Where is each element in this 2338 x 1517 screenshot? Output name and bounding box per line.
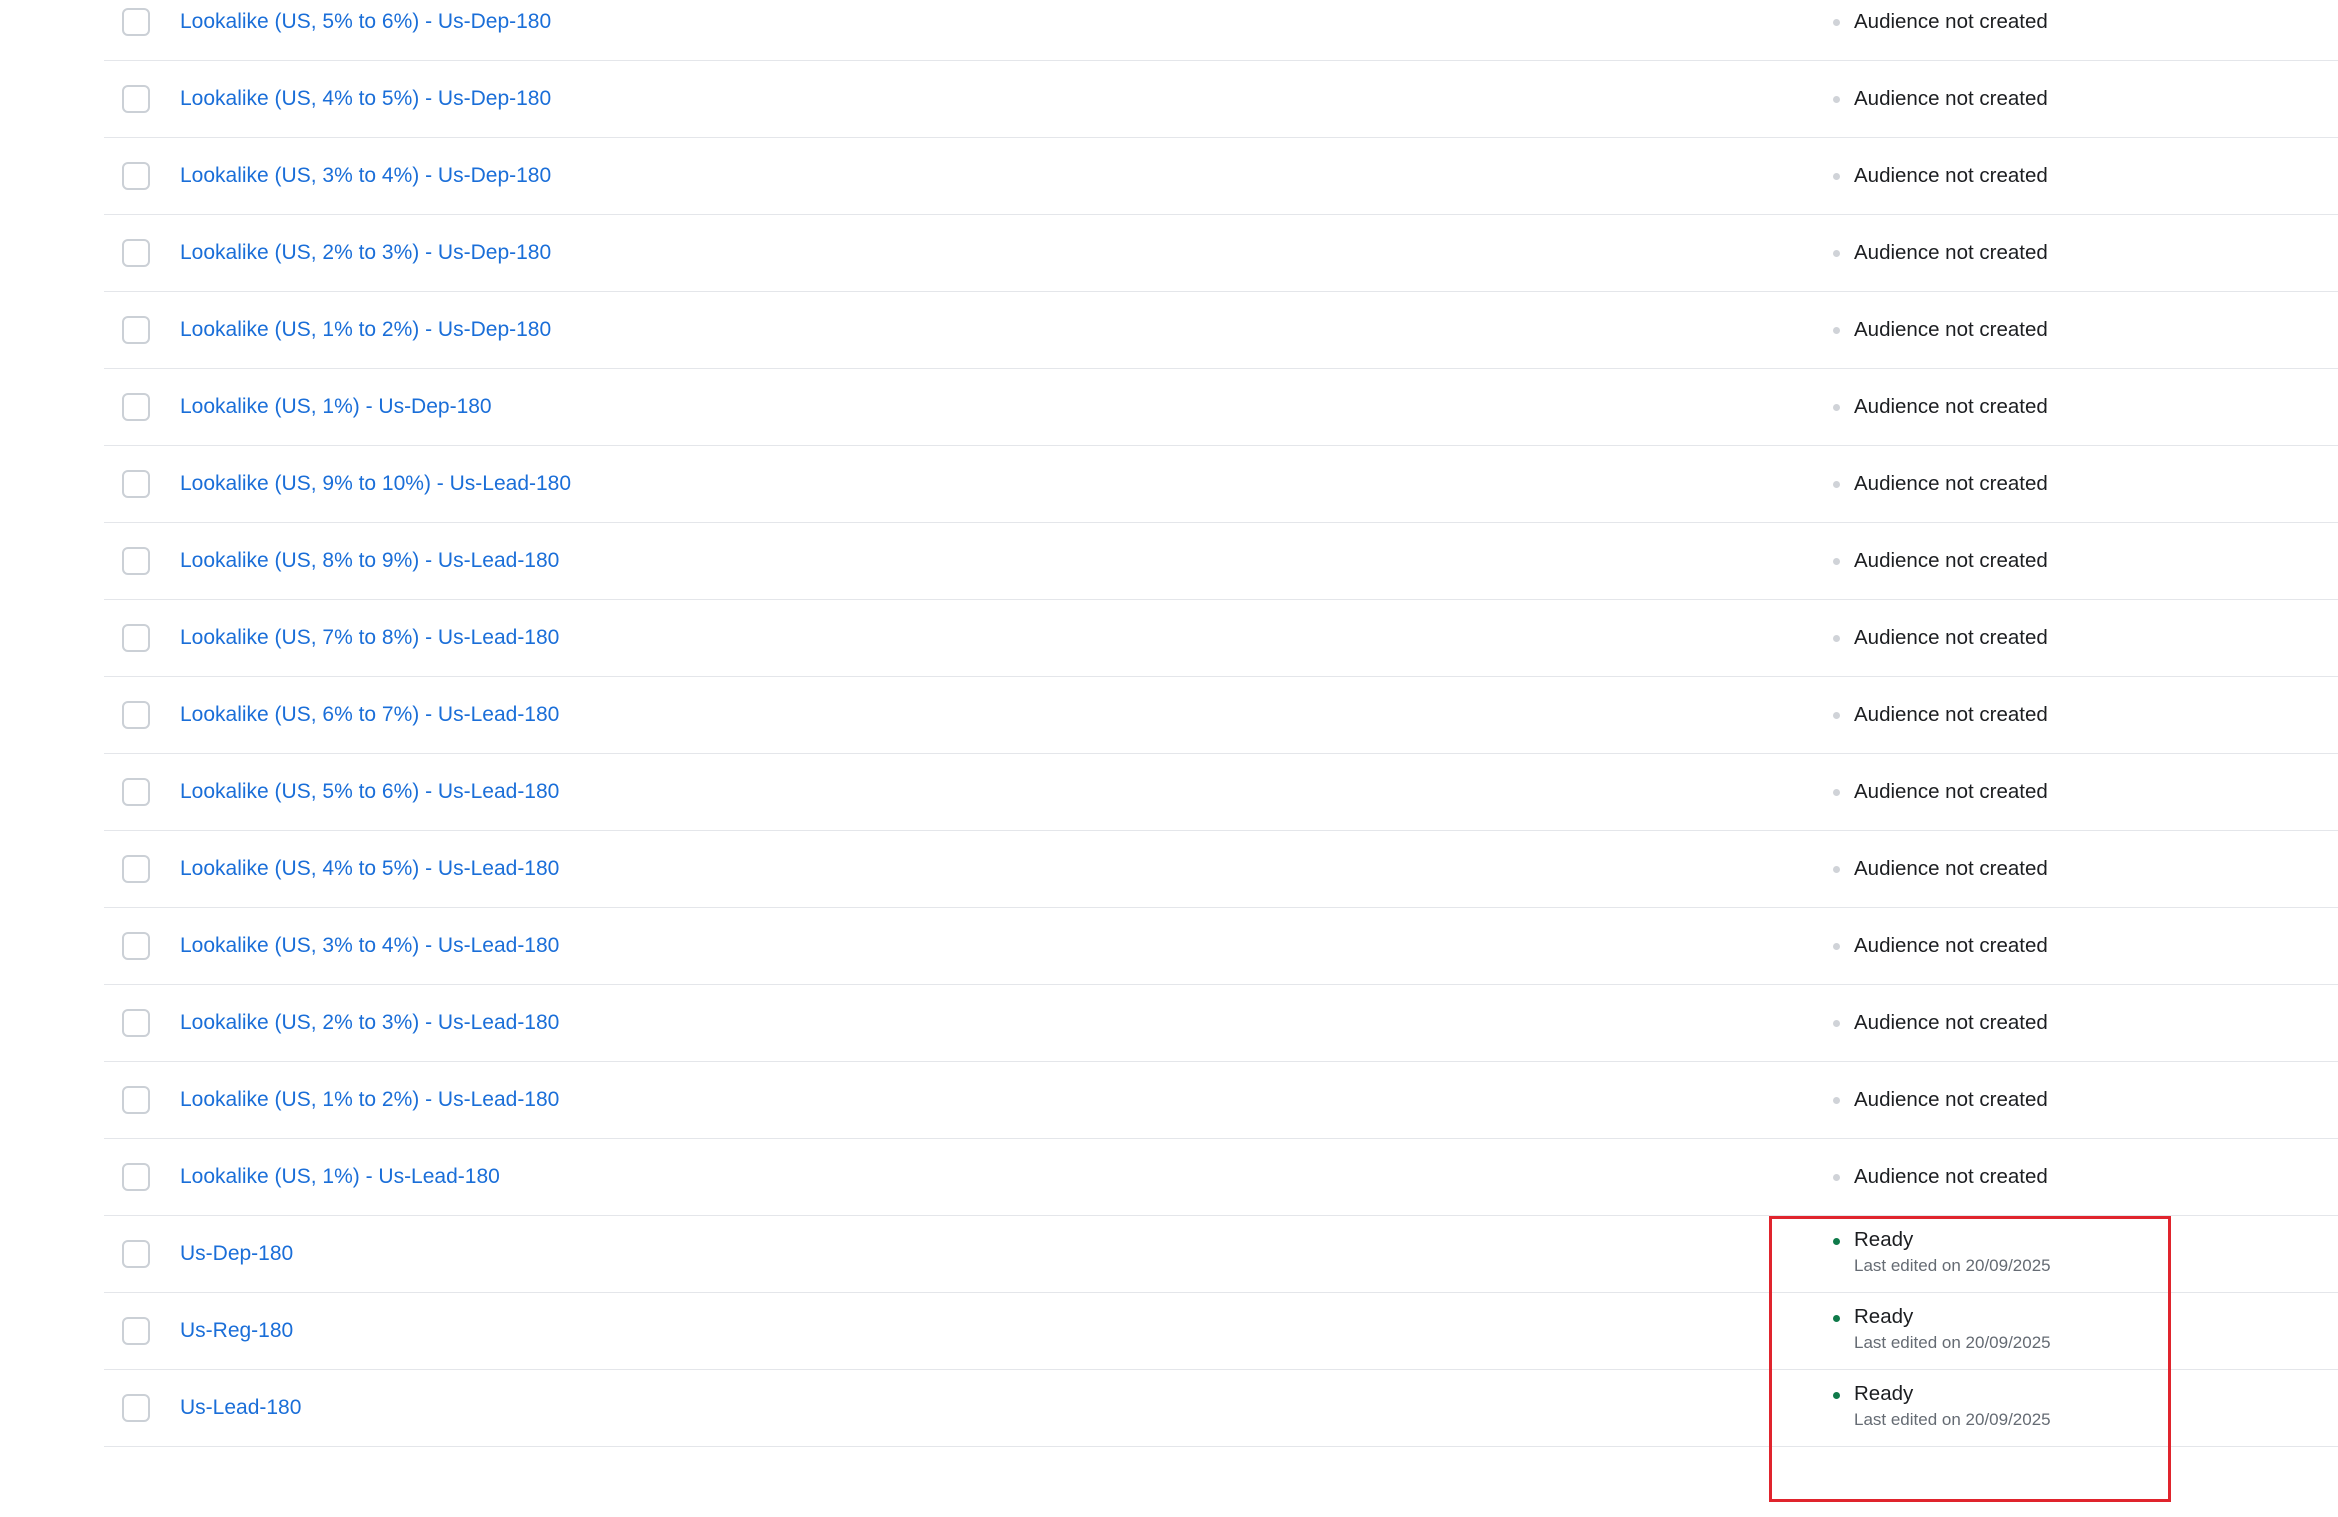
row-checkbox[interactable] (122, 1394, 150, 1422)
row-checkbox[interactable] (122, 701, 150, 729)
audience-name-link[interactable]: Lookalike (US, 8% to 9%) - Us-Lead-180 (180, 523, 559, 599)
row-checkbox[interactable] (122, 1240, 150, 1268)
table-row: Us-Dep-180 Ready Last edited on 20/09/20… (104, 1216, 2338, 1293)
status-dot-icon (1833, 96, 1840, 103)
row-checkbox[interactable] (122, 8, 150, 36)
status-dot-icon (1833, 866, 1840, 873)
status-label: Audience not created (1854, 241, 2048, 264)
audience-name-link[interactable]: Lookalike (US, 2% to 3%) - Us-Lead-180 (180, 985, 559, 1061)
status-label: Audience not created (1854, 318, 2048, 341)
last-edited-text: Last edited on 20/09/2025 (1854, 1410, 2051, 1429)
audience-name-link[interactable]: Lookalike (US, 1% to 2%) - Us-Dep-180 (180, 292, 551, 368)
row-checkbox[interactable] (122, 1317, 150, 1345)
status-label: Ready (1854, 1305, 1914, 1328)
status-dot-icon (1833, 1392, 1840, 1399)
status-label: Audience not created (1854, 10, 2048, 33)
status-label: Audience not created (1854, 703, 2048, 726)
audience-name-link[interactable]: Lookalike (US, 7% to 8%) - Us-Lead-180 (180, 600, 559, 676)
table-row: Lookalike (US, 5% to 6%) - Us-Lead-180 A… (104, 754, 2338, 831)
status-dot-icon (1833, 635, 1840, 642)
table-row: Lookalike (US, 1% to 2%) - Us-Dep-180 Au… (104, 292, 2338, 369)
table-row: Lookalike (US, 2% to 3%) - Us-Dep-180 Au… (104, 215, 2338, 292)
status-label: Audience not created (1854, 1088, 2048, 1111)
table-row: Lookalike (US, 3% to 4%) - Us-Dep-180 Au… (104, 138, 2338, 215)
audience-name-link[interactable]: Lookalike (US, 5% to 6%) - Us-Lead-180 (180, 754, 559, 830)
audience-name-link[interactable]: Lookalike (US, 9% to 10%) - Us-Lead-180 (180, 446, 571, 522)
status-label: Audience not created (1854, 1165, 2048, 1188)
table-row: Lookalike (US, 9% to 10%) - Us-Lead-180 … (104, 446, 2338, 523)
row-checkbox[interactable] (122, 239, 150, 267)
audience-name-link[interactable]: Lookalike (US, 1% to 2%) - Us-Lead-180 (180, 1062, 559, 1138)
table-row: Lookalike (US, 1%) - Us-Dep-180 Audience… (104, 369, 2338, 446)
status-dot-icon (1833, 558, 1840, 565)
table-row: Us-Lead-180 Ready Last edited on 20/09/2… (104, 1370, 2338, 1447)
row-checkbox[interactable] (122, 1163, 150, 1191)
status-dot-icon (1833, 1097, 1840, 1104)
status-dot-icon (1833, 250, 1840, 257)
status-label: Ready (1854, 1382, 1914, 1405)
status-dot-icon (1833, 1315, 1840, 1322)
audience-name-link[interactable]: Lookalike (US, 3% to 4%) - Us-Dep-180 (180, 138, 551, 214)
table-row: Lookalike (US, 7% to 8%) - Us-Lead-180 A… (104, 600, 2338, 677)
status-label: Audience not created (1854, 87, 2048, 110)
status-label: Audience not created (1854, 780, 2048, 803)
audience-name-link[interactable]: Us-Reg-180 (180, 1293, 293, 1369)
audience-name-link[interactable]: Lookalike (US, 5% to 6%) - Us-Dep-180 (180, 0, 551, 60)
status-dot-icon (1833, 712, 1840, 719)
row-checkbox[interactable] (122, 316, 150, 344)
audience-name-link[interactable]: Lookalike (US, 4% to 5%) - Us-Dep-180 (180, 61, 551, 137)
audience-name-link[interactable]: Us-Lead-180 (180, 1370, 301, 1446)
status-label: Audience not created (1854, 472, 2048, 495)
table-row: Lookalike (US, 2% to 3%) - Us-Lead-180 A… (104, 985, 2338, 1062)
row-checkbox[interactable] (122, 85, 150, 113)
status-label: Audience not created (1854, 934, 2048, 957)
last-edited-text: Last edited on 20/09/2025 (1854, 1256, 2051, 1275)
table-row: Lookalike (US, 1% to 2%) - Us-Lead-180 A… (104, 1062, 2338, 1139)
audience-name-link[interactable]: Lookalike (US, 3% to 4%) - Us-Lead-180 (180, 908, 559, 984)
status-dot-icon (1833, 1238, 1840, 1245)
row-checkbox[interactable] (122, 778, 150, 806)
table-row: Lookalike (US, 3% to 4%) - Us-Lead-180 A… (104, 908, 2338, 985)
status-label: Audience not created (1854, 1011, 2048, 1034)
status-label: Audience not created (1854, 549, 2048, 572)
audience-name-link[interactable]: Lookalike (US, 6% to 7%) - Us-Lead-180 (180, 677, 559, 753)
status-dot-icon (1833, 789, 1840, 796)
status-label: Audience not created (1854, 626, 2048, 649)
status-label: Ready (1854, 1228, 1914, 1251)
row-checkbox[interactable] (122, 932, 150, 960)
status-dot-icon (1833, 404, 1840, 411)
status-label: Audience not created (1854, 857, 2048, 880)
audience-name-link[interactable]: Lookalike (US, 1%) - Us-Lead-180 (180, 1139, 500, 1215)
status-dot-icon (1833, 327, 1840, 334)
row-checkbox[interactable] (122, 855, 150, 883)
table-row: Lookalike (US, 4% to 5%) - Us-Dep-180 Au… (104, 61, 2338, 138)
audience-name-link[interactable]: Us-Dep-180 (180, 1216, 293, 1292)
row-checkbox[interactable] (122, 624, 150, 652)
audience-name-link[interactable]: Lookalike (US, 4% to 5%) - Us-Lead-180 (180, 831, 559, 907)
row-checkbox[interactable] (122, 1009, 150, 1037)
row-checkbox[interactable] (122, 162, 150, 190)
table-row: Lookalike (US, 5% to 6%) - Us-Dep-180 Au… (104, 0, 2338, 61)
table-row: Us-Reg-180 Ready Last edited on 20/09/20… (104, 1293, 2338, 1370)
table-row: Lookalike (US, 1%) - Us-Lead-180 Audienc… (104, 1139, 2338, 1216)
table-row: Lookalike (US, 8% to 9%) - Us-Lead-180 A… (104, 523, 2338, 600)
status-dot-icon (1833, 1174, 1840, 1181)
status-dot-icon (1833, 173, 1840, 180)
status-dot-icon (1833, 943, 1840, 950)
last-edited-text: Last edited on 20/09/2025 (1854, 1333, 2051, 1352)
audience-name-link[interactable]: Lookalike (US, 1%) - Us-Dep-180 (180, 369, 492, 445)
row-checkbox[interactable] (122, 393, 150, 421)
status-dot-icon (1833, 1020, 1840, 1027)
audience-table: Lookalike (US, 5% to 6%) - Us-Dep-180 Au… (104, 0, 2338, 1447)
row-checkbox[interactable] (122, 1086, 150, 1114)
audience-name-link[interactable]: Lookalike (US, 2% to 3%) - Us-Dep-180 (180, 215, 551, 291)
status-label: Audience not created (1854, 395, 2048, 418)
status-dot-icon (1833, 481, 1840, 488)
table-row: Lookalike (US, 4% to 5%) - Us-Lead-180 A… (104, 831, 2338, 908)
table-row: Lookalike (US, 6% to 7%) - Us-Lead-180 A… (104, 677, 2338, 754)
row-checkbox[interactable] (122, 470, 150, 498)
status-label: Audience not created (1854, 164, 2048, 187)
row-checkbox[interactable] (122, 547, 150, 575)
status-dot-icon (1833, 19, 1840, 26)
